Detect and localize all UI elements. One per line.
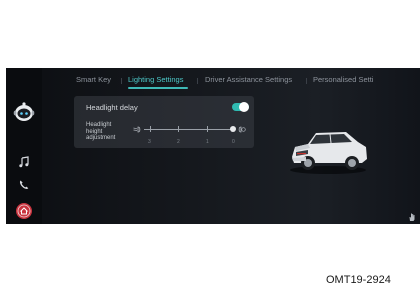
slider-tick — [178, 126, 179, 132]
figure-caption: OMT19-2924 — [326, 274, 391, 286]
headlight-delay-label: Headlight delay — [86, 103, 138, 112]
tab-separator — [306, 78, 307, 84]
lighting-settings-card: Headlight delay Headlight height adjustm… — [74, 96, 254, 148]
headlight-height-label-line: adjustment — [86, 135, 116, 141]
slider-handle[interactable] — [230, 126, 236, 132]
slider-tick — [207, 126, 208, 132]
headlight-height-slider[interactable] — [144, 129, 233, 130]
scale-label: 3 — [148, 139, 151, 145]
headlight-height-label: Headlight height adjustment — [86, 122, 126, 142]
scale-label: 0 — [232, 139, 235, 145]
scale-label: 1 — [206, 139, 209, 145]
phone-icon[interactable] — [18, 179, 30, 191]
home-icon[interactable] — [14, 201, 34, 221]
headlight-high-beam-icon — [238, 126, 246, 133]
infotainment-screen: Smart Key Lighting Settings Driver Assis… — [6, 68, 420, 224]
music-icon[interactable] — [18, 156, 30, 168]
headlight-low-beam-icon — [133, 126, 141, 133]
gesture-hand-icon[interactable] — [408, 212, 416, 222]
scale-label: 2 — [177, 139, 180, 145]
assistant-robot-icon[interactable] — [13, 101, 35, 123]
vehicle-image — [290, 132, 367, 174]
tab-personalised-settings[interactable]: Personalised Setti — [313, 75, 373, 84]
settings-tabs: Smart Key Lighting Settings Driver Assis… — [42, 68, 420, 90]
slider-tick — [150, 126, 151, 132]
tab-driver-assistance-settings[interactable]: Driver Assistance Settings — [205, 75, 292, 84]
toggle-knob — [239, 102, 249, 112]
tab-lighting-settings[interactable]: Lighting Settings — [128, 75, 183, 84]
active-tab-indicator — [128, 87, 188, 89]
tab-smart-key[interactable]: Smart Key — [76, 75, 111, 84]
left-sidebar — [6, 68, 42, 224]
tab-separator — [121, 78, 122, 84]
headlight-delay-toggle[interactable] — [232, 102, 249, 112]
tab-separator — [197, 78, 198, 84]
